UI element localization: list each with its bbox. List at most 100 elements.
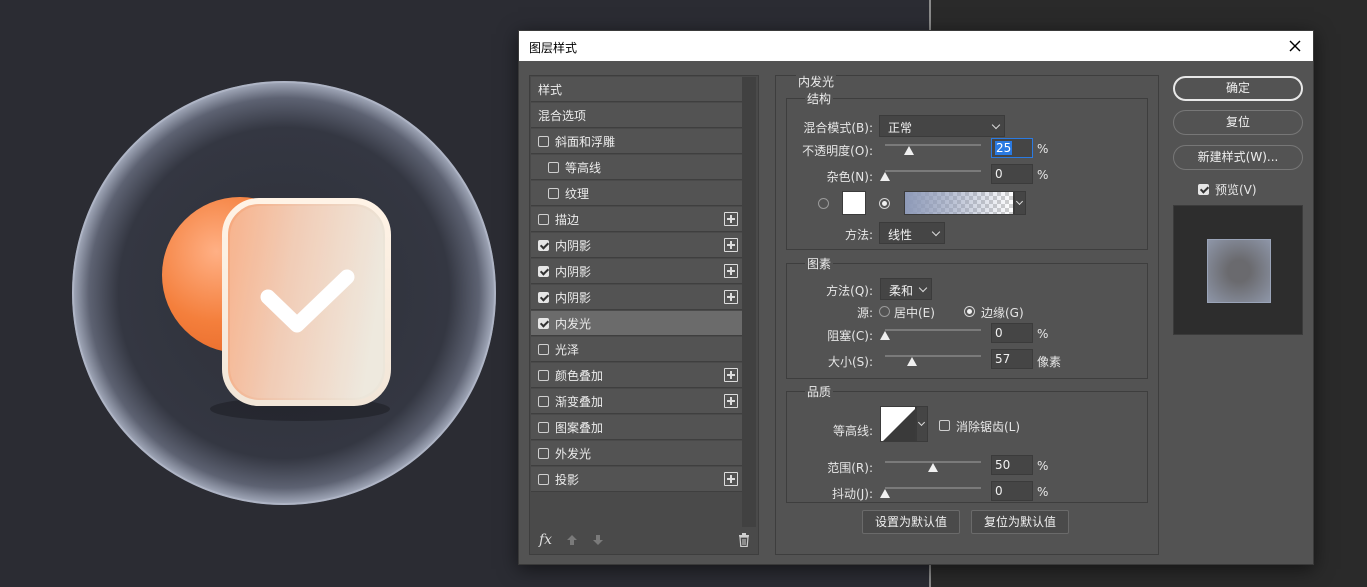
jitter-input[interactable]: 0 <box>991 481 1033 501</box>
style-list-item[interactable]: 光泽 <box>531 337 742 362</box>
choke-slider-thumb[interactable] <box>880 331 890 340</box>
glow-color-swatch[interactable] <box>842 191 866 215</box>
add-effect-plus-icon[interactable] <box>724 472 738 486</box>
gradient-radio[interactable] <box>879 198 890 209</box>
opacity-input[interactable]: 25 <box>991 138 1033 158</box>
style-list-item[interactable]: 渐变叠加 <box>531 389 742 414</box>
style-list-item[interactable]: 斜面和浮雕 <box>531 129 742 154</box>
style-enable-checkbox[interactable] <box>538 395 549 407</box>
range-input[interactable]: 50 <box>991 455 1033 475</box>
anti-alias-checkbox[interactable] <box>939 420 950 431</box>
style-list-item[interactable]: 内阴影 <box>531 259 742 284</box>
style-enable-checkbox[interactable] <box>538 343 549 355</box>
style-list-footer: fx <box>530 526 758 554</box>
preview-checkbox[interactable] <box>1198 184 1209 195</box>
solid-color-radio[interactable] <box>818 198 829 209</box>
move-up-icon[interactable] <box>566 534 578 546</box>
size-slider-thumb[interactable] <box>907 357 917 366</box>
style-list-item-label: 纹理 <box>565 186 590 201</box>
contour-dropdown-button[interactable] <box>916 406 928 442</box>
style-enable-checkbox[interactable] <box>538 291 549 303</box>
style-list-item[interactable]: 外发光 <box>531 441 742 466</box>
chevron-down-icon <box>1015 197 1024 206</box>
inner-glow-settings: 内发光 结构 混合模式(B): 正常 不透明度(O): 25 % 杂色(N): … <box>775 73 1159 555</box>
style-enable-checkbox[interactable] <box>548 187 559 199</box>
opacity-slider-thumb[interactable] <box>904 146 914 155</box>
style-list-item[interactable]: 混合选项 <box>531 103 742 128</box>
noise-unit: % <box>1037 168 1049 182</box>
gradient-dropdown-button[interactable] <box>1014 191 1026 215</box>
style-list-item-label: 等高线 <box>565 160 602 175</box>
jitter-slider-thumb[interactable] <box>880 489 890 498</box>
style-list-item[interactable]: 样式 <box>531 77 742 102</box>
style-enable-checkbox[interactable] <box>538 369 549 381</box>
style-enable-checkbox[interactable] <box>538 447 549 459</box>
glow-gradient-picker[interactable] <box>904 191 1014 215</box>
style-enable-checkbox[interactable] <box>538 135 549 147</box>
style-list-item[interactable]: 内阴影 <box>531 233 742 258</box>
add-effect-plus-icon[interactable] <box>724 368 738 382</box>
make-default-button[interactable]: 设置为默认值 <box>862 510 960 534</box>
style-list-item[interactable]: 纹理 <box>531 181 742 206</box>
add-effect-plus-icon[interactable] <box>724 290 738 304</box>
noise-slider-thumb[interactable] <box>880 172 890 181</box>
style-list: 样式 混合选项 斜面和浮雕 等高线 纹理 描边 内阴影 内阴影 内阴影 内发光 光泽 颜色叠加 渐变叠加… <box>529 75 759 555</box>
trash-icon[interactable] <box>738 533 750 547</box>
size-unit: 像素 <box>1037 355 1062 369</box>
noise-input[interactable]: 0 <box>991 164 1033 184</box>
style-list-item[interactable]: 投影 <box>531 467 742 492</box>
move-down-icon[interactable] <box>592 534 604 546</box>
preview-toggle[interactable]: 预览(V) <box>1198 181 1257 198</box>
fx-button[interactable]: fx <box>539 532 552 548</box>
chevron-down-icon <box>917 418 926 427</box>
contour-picker[interactable] <box>880 406 916 442</box>
method-select[interactable]: 线性 <box>879 222 945 244</box>
source-center-radio[interactable] <box>879 306 890 317</box>
size-slider-track[interactable] <box>885 355 981 357</box>
choke-slider-track[interactable] <box>885 329 981 331</box>
structure-group-title: 结构 <box>805 90 834 107</box>
method-label: 方法: <box>844 228 873 242</box>
technique-label: 方法(Q): <box>826 284 873 298</box>
style-list-item-label: 内发光 <box>555 316 592 331</box>
add-effect-plus-icon[interactable] <box>724 212 738 226</box>
style-list-item-label: 内阴影 <box>555 290 592 305</box>
style-list-item[interactable]: 颜色叠加 <box>531 363 742 388</box>
technique-select[interactable]: 柔和 <box>880 278 932 300</box>
style-list-item[interactable]: 等高线 <box>531 155 742 180</box>
new-style-button[interactable]: 新建样式(W)... <box>1173 145 1303 170</box>
style-list-scrollbar[interactable] <box>742 77 756 527</box>
style-enable-checkbox[interactable] <box>538 421 549 433</box>
style-list-item[interactable]: 内阴影 <box>531 285 742 310</box>
blend-mode-value: 正常 <box>888 121 913 135</box>
style-list-item[interactable]: 描边 <box>531 207 742 232</box>
close-icon[interactable] <box>1285 36 1305 56</box>
opacity-slider-track[interactable] <box>885 144 981 146</box>
elements-group-title: 图素 <box>805 255 834 272</box>
reset-button[interactable]: 复位 <box>1173 110 1303 135</box>
style-enable-checkbox[interactable] <box>538 239 549 251</box>
style-enable-checkbox[interactable] <box>538 473 549 485</box>
size-input[interactable]: 57 <box>991 349 1033 369</box>
style-enable-checkbox[interactable] <box>538 213 549 225</box>
style-enable-checkbox[interactable] <box>538 265 549 277</box>
style-list-item[interactable]: 图案叠加 <box>531 415 742 440</box>
style-enable-checkbox[interactable] <box>538 317 549 329</box>
add-effect-plus-icon[interactable] <box>724 238 738 252</box>
jitter-slider-track[interactable] <box>885 487 981 489</box>
blend-mode-select[interactable]: 正常 <box>879 115 1005 137</box>
style-list-item-label: 颜色叠加 <box>555 368 604 383</box>
add-effect-plus-icon[interactable] <box>724 394 738 408</box>
choke-input[interactable]: 0 <box>991 323 1033 343</box>
reset-default-button[interactable]: 复位为默认值 <box>971 510 1069 534</box>
contour-label: 等高线: <box>832 424 873 438</box>
add-effect-plus-icon[interactable] <box>724 264 738 278</box>
noise-slider-track[interactable] <box>885 170 981 172</box>
style-list-item-label: 斜面和浮雕 <box>555 134 616 149</box>
source-edge-radio[interactable] <box>964 306 975 317</box>
style-preview <box>1173 205 1303 335</box>
style-enable-checkbox[interactable] <box>548 161 559 173</box>
ok-button[interactable]: 确定 <box>1173 76 1303 101</box>
style-list-item[interactable]: 内发光 <box>531 311 742 336</box>
range-slider-thumb[interactable] <box>928 463 938 472</box>
